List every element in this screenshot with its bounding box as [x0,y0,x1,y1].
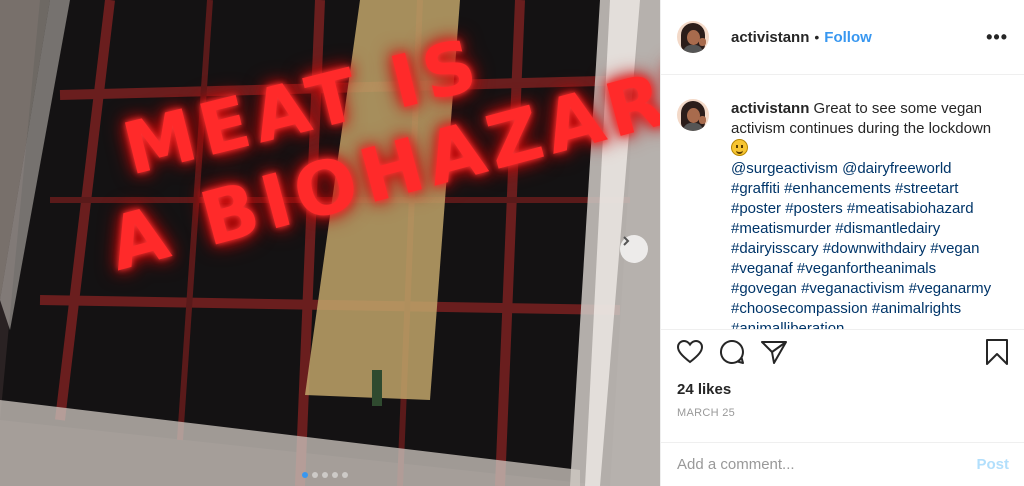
bookmark-icon[interactable] [986,338,1008,370]
chevron-right-icon[interactable] [620,235,648,263]
post-photo[interactable]: MEAT IS A BIOHAZARD [0,0,660,486]
avatar[interactable] [677,99,709,131]
likes-count[interactable]: 24 likes [661,378,1024,402]
window-scene [0,0,660,486]
carousel-dot [302,472,308,478]
avatar[interactable] [677,21,709,53]
share-icon[interactable] [761,340,787,369]
post-header: activistann • Follow ••• [661,0,1024,75]
comment-bar: Post [661,442,1024,486]
caption-hashtags[interactable]: @surgeactivism @dairyfreeworld #graffiti… [731,160,991,329]
follow-button[interactable]: Follow [824,29,872,46]
separator-dot: • [814,29,820,45]
smiley-emoji-icon [731,139,748,156]
caption-text: activistann Great to see some vegan acti… [731,99,993,329]
carousel-dot [312,472,318,478]
carousel-dot [342,472,348,478]
carousel-dot [322,472,328,478]
username-link[interactable]: activistann [731,29,809,46]
post-sidebar: activistann • Follow ••• activistann Gre… [660,0,1024,486]
caption-area: activistann Great to see some vegan acti… [661,75,1024,330]
post-date: MARCH 25 [677,407,736,419]
post-comment-button[interactable]: Post [976,456,1009,473]
carousel-dots [302,472,348,478]
more-options-icon[interactable]: ••• [986,27,1008,48]
caption-username-link[interactable]: activistann [731,100,809,117]
comment-input[interactable] [677,456,977,473]
heart-icon[interactable] [676,339,704,369]
comment-icon[interactable] [719,339,745,370]
action-bar [661,330,1024,378]
carousel-dot [332,472,338,478]
